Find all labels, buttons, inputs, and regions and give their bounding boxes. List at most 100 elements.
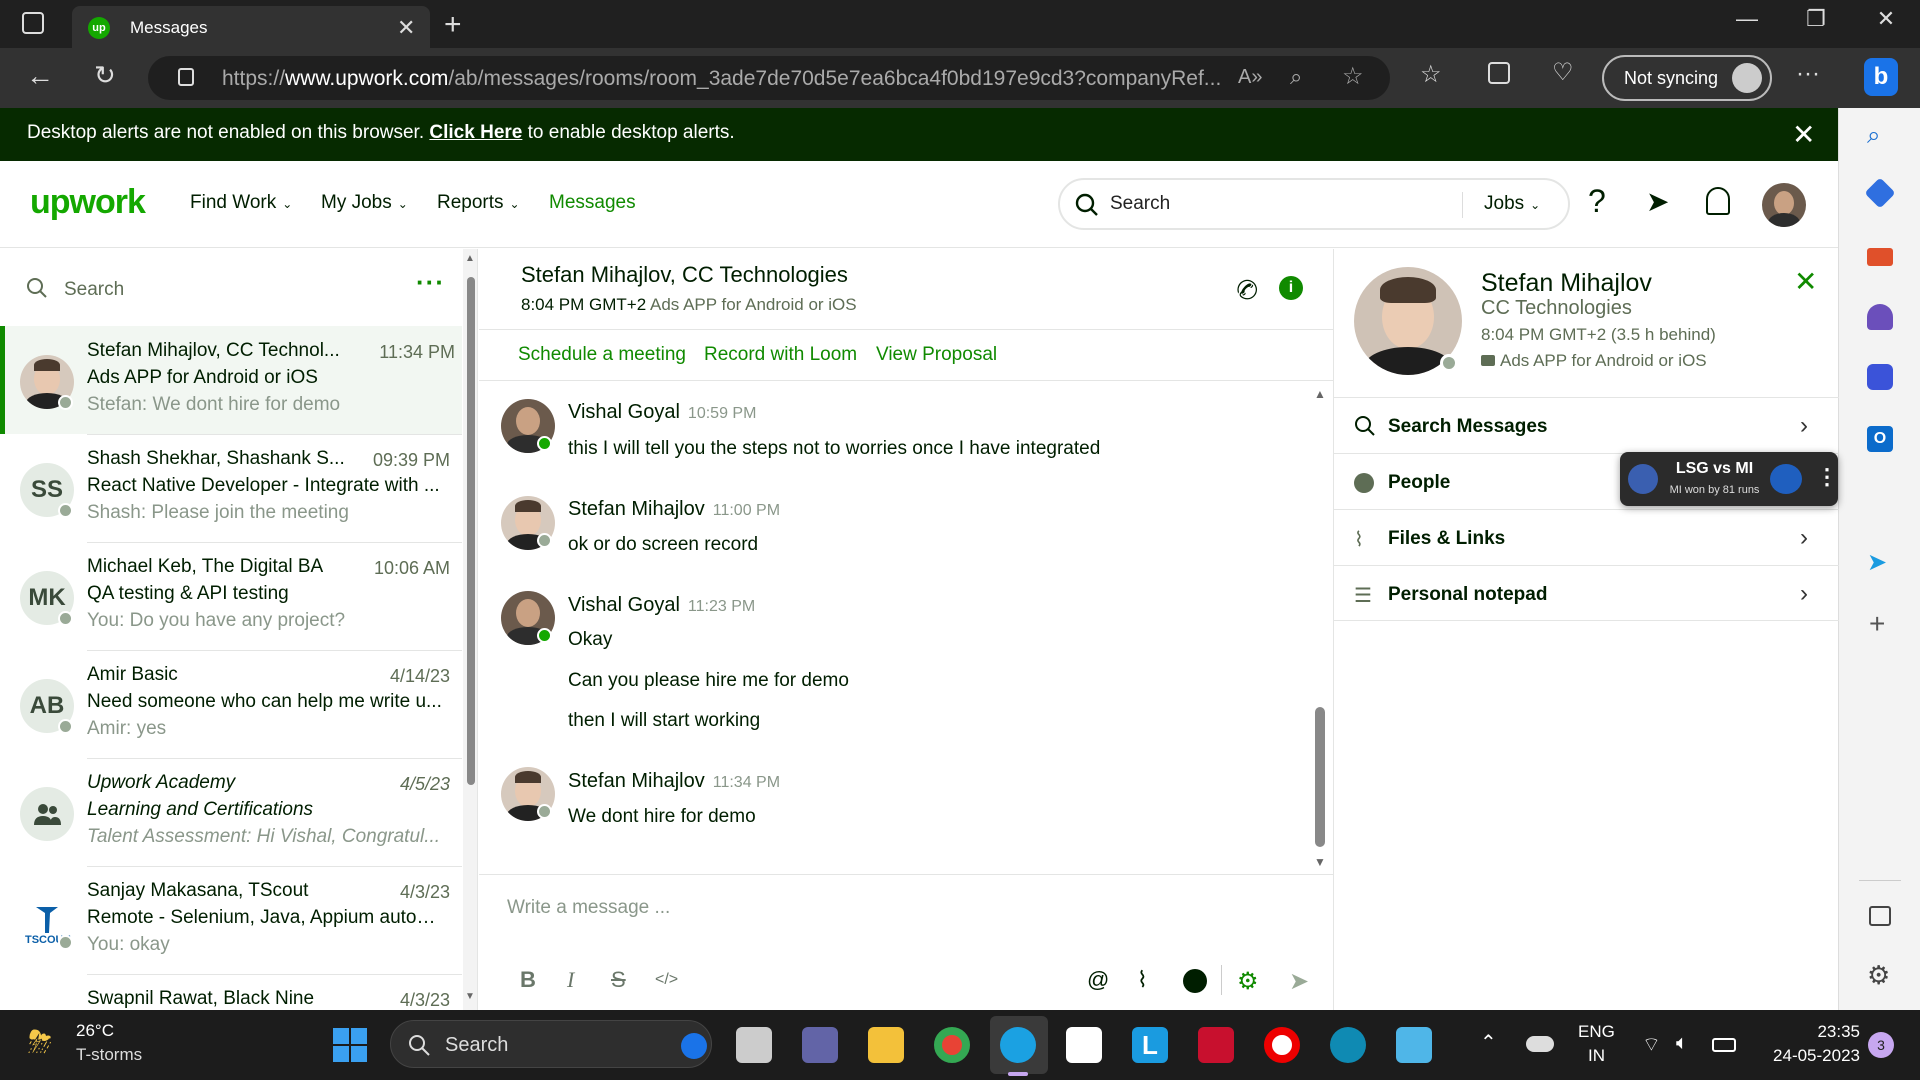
microsoft-store-icon[interactable]: [1066, 1027, 1102, 1063]
back-icon[interactable]: ←: [26, 60, 54, 92]
close-tab-icon[interactable]: ✕: [397, 15, 415, 41]
scroll-up-icon[interactable]: ▲: [465, 253, 475, 264]
scroll-up-icon[interactable]: ▲: [1314, 387, 1326, 401]
scroll-down-icon[interactable]: ▼: [465, 991, 475, 1002]
games-icon[interactable]: [1867, 304, 1893, 330]
search-messages-row[interactable]: Search Messages ›: [1334, 397, 1839, 453]
opera-icon[interactable]: [1264, 1027, 1300, 1063]
close-icon[interactable]: ✕: [1792, 118, 1815, 151]
schedule-meeting-link[interactable]: Schedule a meeting: [518, 344, 686, 366]
view-proposal-link[interactable]: View Proposal: [876, 344, 997, 366]
browser-essentials-icon[interactable]: ♡: [1552, 58, 1574, 87]
weather-desc[interactable]: T-storms: [76, 1045, 142, 1065]
add-favorite-icon[interactable]: ☆: [1342, 62, 1364, 91]
italic-icon[interactable]: I: [567, 967, 574, 993]
conversation-item[interactable]: SS Shash Shekhar, Shashank S... 09:39 PM…: [0, 434, 462, 542]
emoji-icon[interactable]: [1183, 969, 1207, 993]
conversation-search-input[interactable]: Search: [64, 279, 124, 301]
message-input[interactable]: Write a message ...: [507, 897, 670, 919]
new-tab-button[interactable]: +: [444, 8, 462, 42]
start-icon[interactable]: [333, 1028, 367, 1062]
conversation-item[interactable]: Upwork Academy 4/5/23 Learning and Certi…: [0, 758, 462, 866]
chat-job-link[interactable]: Ads APP for Android or iOS: [650, 295, 857, 314]
send-icon[interactable]: ➤: [1289, 967, 1309, 996]
telegram-icon[interactable]: ➤: [1867, 548, 1887, 577]
collections-icon[interactable]: [1488, 62, 1510, 84]
taskbar-search[interactable]: Search: [390, 1020, 712, 1068]
conversation-item[interactable]: TSCOUT Sanjay Makasana, TScout 4/3/23 Re…: [0, 866, 462, 974]
weather-icon[interactable]: ⛈: [28, 1026, 52, 1060]
tab-actions-icon[interactable]: [22, 12, 44, 34]
notepad-icon[interactable]: [1396, 1027, 1432, 1063]
read-aloud-icon[interactable]: A»: [1238, 66, 1262, 89]
weather-temp[interactable]: 26°C: [76, 1021, 114, 1041]
language-region[interactable]: IN: [1588, 1046, 1605, 1066]
tab-messages[interactable]: up Messages ✕: [72, 6, 430, 48]
attach-icon[interactable]: ⌇: [1137, 967, 1148, 993]
notification-badge[interactable]: 3: [1868, 1032, 1894, 1058]
clock-time[interactable]: 23:35: [1808, 1022, 1860, 1042]
onedrive-icon[interactable]: [1526, 1036, 1554, 1052]
teams-icon[interactable]: [802, 1027, 838, 1063]
zoom-icon[interactable]: ⌕: [1290, 64, 1302, 90]
file-explorer-icon[interactable]: [868, 1027, 904, 1063]
enable-alerts-link[interactable]: Click Here: [429, 122, 522, 143]
settings-gear-icon[interactable]: ⚙: [1237, 967, 1259, 996]
nav-my-jobs[interactable]: My Jobs ⌄: [321, 192, 408, 214]
tools-icon[interactable]: [1867, 248, 1893, 266]
nav-messages[interactable]: Messages: [549, 192, 636, 214]
upwork-logo[interactable]: upwork: [30, 183, 146, 222]
nav-find-work[interactable]: Find Work ⌄: [190, 192, 292, 214]
scroll-down-icon[interactable]: ▼: [1314, 855, 1326, 869]
copilot-icon[interactable]: [1867, 364, 1893, 390]
lock-icon[interactable]: [178, 68, 194, 86]
notifications-bell-icon[interactable]: [1706, 187, 1730, 215]
mcafee-icon[interactable]: [1198, 1027, 1234, 1063]
code-icon[interactable]: </>: [655, 971, 678, 989]
record-loom-link[interactable]: Record with Loom: [704, 344, 857, 366]
wifi-icon[interactable]: ⌔: [1642, 1032, 1661, 1057]
user-avatar[interactable]: [1762, 183, 1806, 227]
phone-icon[interactable]: ✆: [1231, 272, 1263, 309]
profile-sync-button[interactable]: Not syncing: [1602, 55, 1772, 101]
url-field[interactable]: https://www.upwork.com/ab/messages/rooms…: [148, 56, 1390, 100]
scroll-thumb[interactable]: [467, 277, 475, 785]
conversation-item[interactable]: AB Amir Basic 4/14/23 Need someone who c…: [0, 650, 462, 758]
minimize-icon[interactable]: —: [1727, 6, 1767, 32]
conversation-item[interactable]: MK Michael Keb, The Digital BA 10:06 AM …: [0, 542, 462, 650]
search-scope-dropdown[interactable]: Jobs ⌄: [1484, 193, 1540, 215]
conversation-item[interactable]: Swapnil Rawat, Black Nine 4/3/23: [0, 974, 462, 1010]
favorites-icon[interactable]: ☆: [1420, 60, 1442, 89]
battery-icon[interactable]: [1712, 1038, 1736, 1052]
strikethrough-icon[interactable]: S: [611, 967, 626, 993]
edge-icon[interactable]: [1000, 1027, 1036, 1063]
conversation-item[interactable]: Stefan Mihajlov, CC Technol... 11:34 PM …: [0, 326, 462, 434]
volume-icon[interactable]: 🔈︎: [1676, 1032, 1688, 1055]
cricket-score-widget[interactable]: LSG vs MI MI won by 81 runs ⋮: [1620, 452, 1838, 506]
direct-contracts-icon[interactable]: ➤: [1646, 185, 1669, 218]
refresh-icon[interactable]: ↻: [94, 60, 116, 91]
l-app-icon[interactable]: L: [1132, 1027, 1168, 1063]
restore-icon[interactable]: ❐: [1796, 6, 1836, 32]
global-search[interactable]: Search Jobs ⌄: [1058, 178, 1570, 230]
help-icon[interactable]: ?: [1588, 183, 1606, 220]
search-icon[interactable]: ⌕: [1867, 122, 1880, 150]
show-hidden-icons[interactable]: ⌃: [1480, 1030, 1497, 1055]
info-icon[interactable]: i: [1279, 276, 1303, 300]
more-options-icon[interactable]: ···: [416, 267, 445, 298]
settings-more-icon[interactable]: ···: [1796, 60, 1820, 88]
window-close-icon[interactable]: ✕: [1866, 6, 1906, 32]
message-scroll-thumb[interactable]: [1315, 707, 1325, 847]
outlook-icon[interactable]: O: [1867, 426, 1893, 452]
search-input[interactable]: Search: [1110, 193, 1170, 215]
bing-icon[interactable]: b: [1864, 58, 1898, 96]
bold-icon[interactable]: B: [520, 967, 536, 993]
task-view-icon[interactable]: [736, 1027, 772, 1063]
mention-icon[interactable]: @: [1087, 967, 1109, 993]
more-options-icon[interactable]: ⋮: [1816, 464, 1838, 490]
close-icon[interactable]: ✕: [1794, 265, 1817, 298]
personal-notepad-row[interactable]: ☰ Personal notepad ›: [1334, 565, 1839, 621]
nav-reports[interactable]: Reports ⌄: [437, 192, 520, 214]
shopping-icon[interactable]: [1864, 177, 1896, 209]
sidebar-settings-icon[interactable]: ⚙: [1867, 960, 1890, 991]
